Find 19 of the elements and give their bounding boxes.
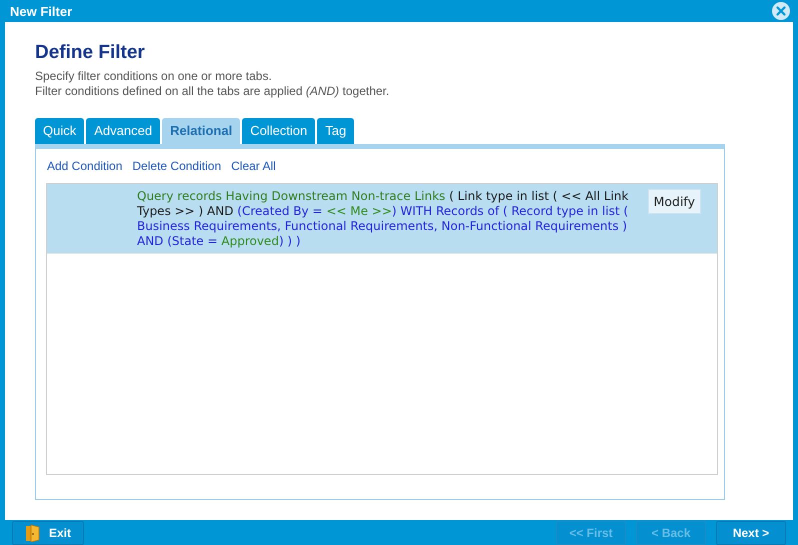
- nav-button[interactable]: Next >: [716, 520, 786, 545]
- tab[interactable]: Advanced: [86, 118, 160, 144]
- action-link[interactable]: Add Condition: [47, 159, 122, 174]
- tab[interactable]: Quick: [35, 118, 84, 144]
- action-link[interactable]: Delete Condition: [132, 159, 222, 174]
- door-icon: [25, 524, 41, 542]
- window-title: New Filter: [10, 4, 72, 19]
- close-icon[interactable]: [772, 2, 790, 20]
- condition-text: Query records Having Downstream Non-trace Links ( Link type in list ( << All Link Types >> ) AND (Created By = << Me >>) WITH Records of ( Record type in list ( Business Requirements, Functional Requirements, Non-Functional Requirements ) AND (State = Approved) ) ): [137, 189, 630, 250]
- exit-button[interactable]: Exit: [12, 520, 84, 545]
- condition-row[interactable]: [47, 184, 717, 254]
- tab[interactable]: Relational: [162, 118, 240, 144]
- action-link[interactable]: Clear All: [231, 159, 276, 174]
- tab[interactable]: Tag: [317, 118, 354, 144]
- tab[interactable]: Collection: [242, 118, 316, 144]
- description-text: Specify filter conditions on one or more tabs.: [35, 69, 273, 84]
- description-text: Filter conditions defined on all the tabs are applied (AND) together.: [35, 84, 390, 100]
- dialog-heading: Define Filter: [35, 42, 146, 64]
- modify-button[interactable]: Modify: [648, 189, 701, 214]
